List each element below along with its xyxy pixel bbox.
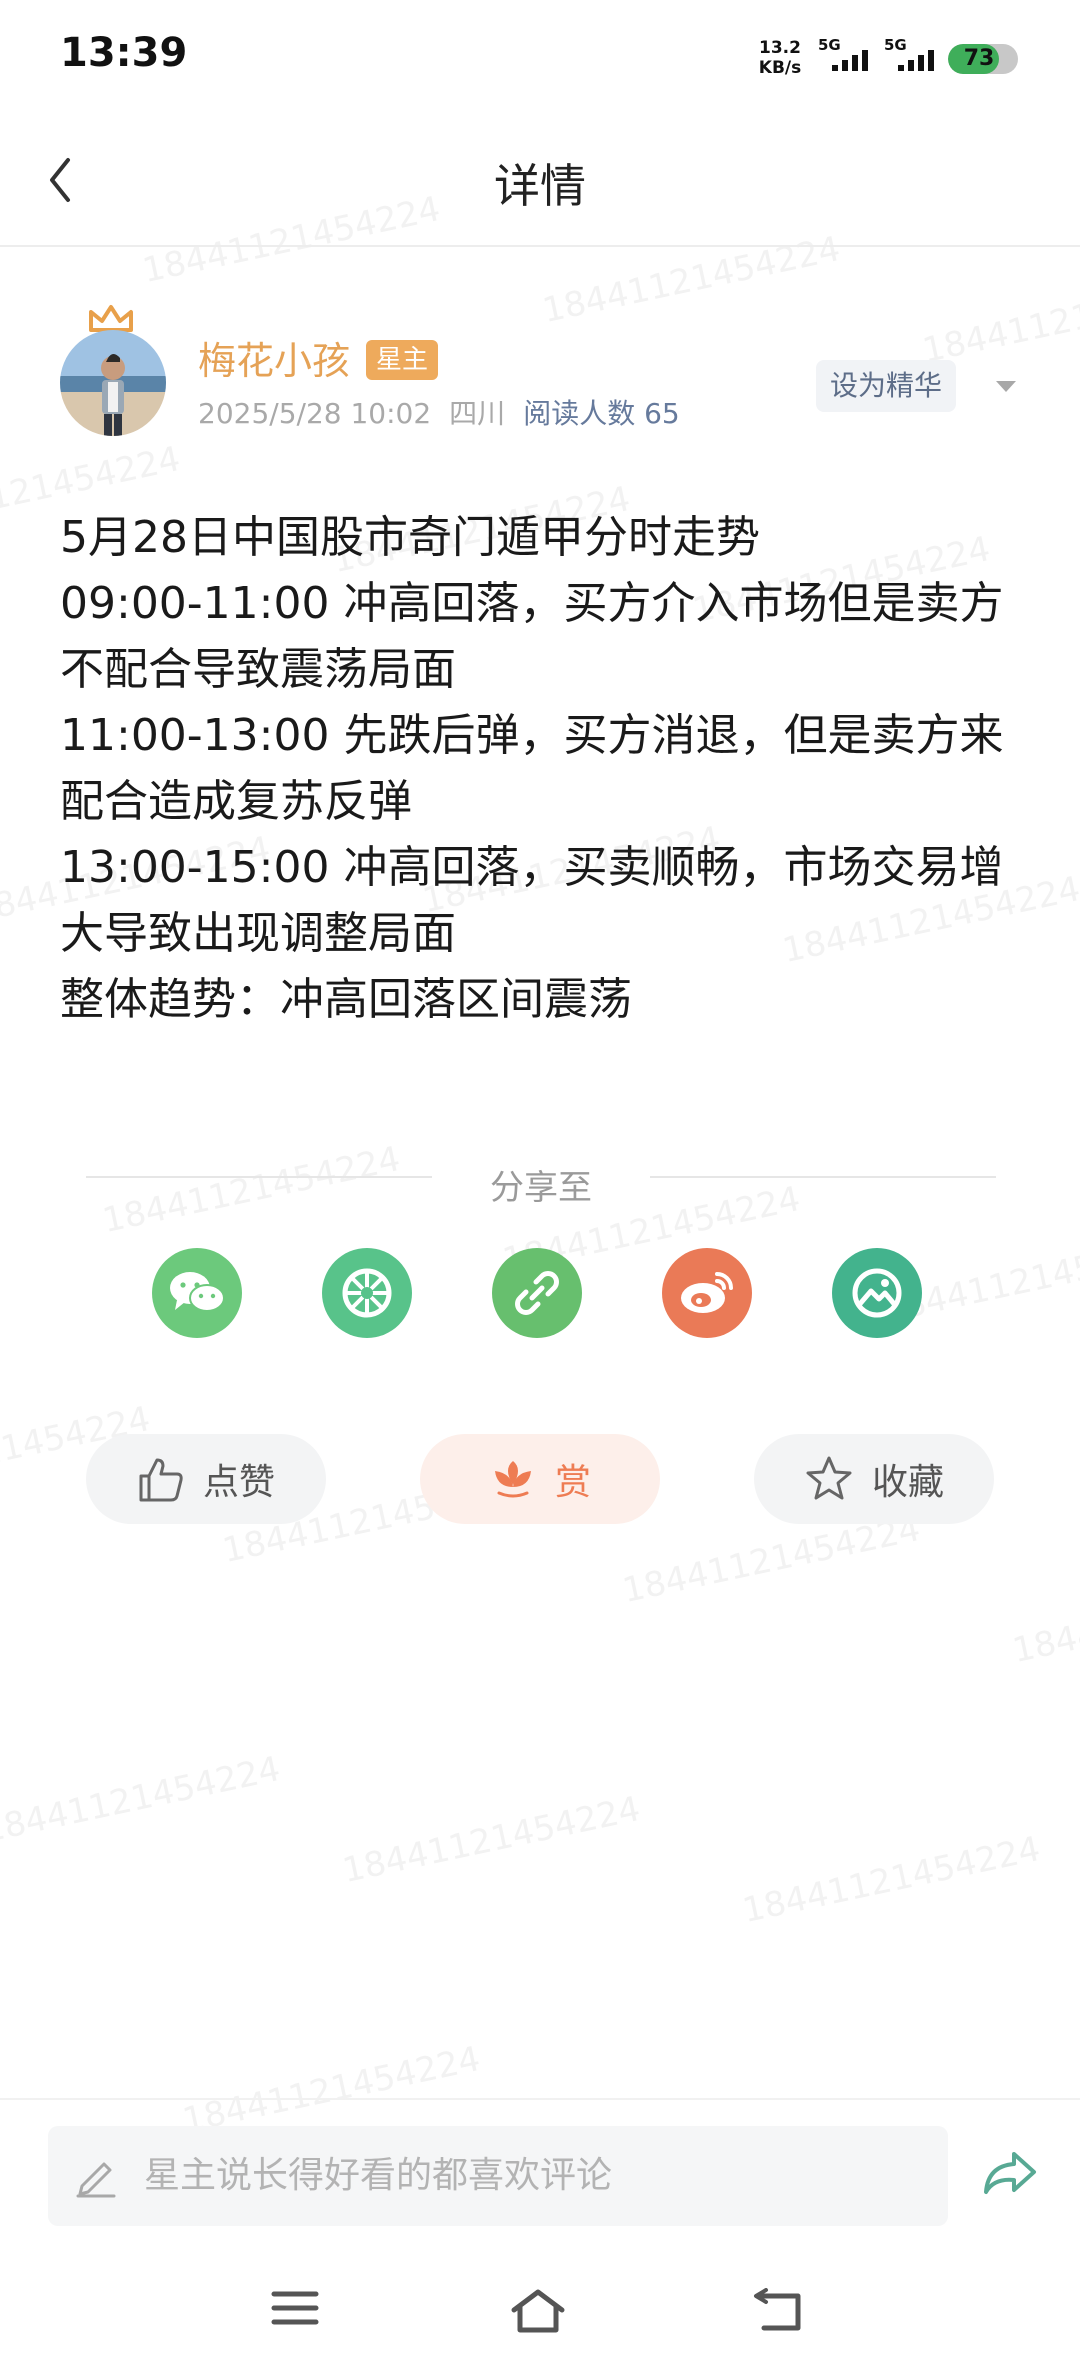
- share-arrow-icon[interactable]: [980, 2148, 1040, 2198]
- post-line: 11:00-13:00 先跌后弹，买方消退，但是卖方来配合造成复苏反弹: [60, 710, 1004, 827]
- watermark-text: 18441121454224: [739, 1828, 1044, 1932]
- post-meta: 2025/5/28 10:02 四川 阅读人数 65: [198, 392, 698, 432]
- share-wechat-button[interactable]: [152, 1248, 242, 1338]
- battery-icon: 73: [948, 44, 1018, 74]
- share-label: 分享至: [490, 1168, 592, 1208]
- menu-icon: [271, 2291, 319, 2325]
- share-link-button[interactable]: [492, 1248, 582, 1338]
- status-time: 13:39: [60, 30, 188, 76]
- author-header: 梅花小孩 星主 2025/5/28 10:02 四川 阅读人数 65 设为精华: [0, 300, 1080, 450]
- post-line: 整体趋势：冲高回落区间震荡: [60, 974, 632, 1025]
- read-count: 阅读人数 65: [523, 397, 680, 430]
- avatar[interactable]: [60, 330, 166, 436]
- post-content: 5月28日中国股市奇门遁甲分时走势 09:00-11:00 冲高回落，买方介入市…: [60, 505, 1030, 1033]
- post-line: 5月28日中国股市奇门遁甲分时走势: [60, 512, 760, 563]
- link-icon: [515, 1271, 559, 1315]
- author-name[interactable]: 梅花小孩: [198, 330, 350, 385]
- weibo-icon: [681, 1272, 733, 1313]
- thumbs-up-icon: [139, 1458, 183, 1502]
- back-arrow-icon: [754, 2288, 801, 2331]
- status-bar: 13:39 13.2 KB/s 5G 5G 73: [0, 0, 1080, 120]
- favorite-button[interactable]: 收藏: [754, 1434, 994, 1524]
- like-label: 点赞: [202, 1462, 275, 1503]
- set-featured-button[interactable]: 设为精华: [816, 360, 957, 412]
- signal-sim1-icon: 5G: [818, 36, 878, 80]
- share-weibo-button[interactable]: [662, 1248, 752, 1338]
- pencil-icon: [76, 2162, 116, 2198]
- comment-bar: 星主说长得好看的都喜欢评论: [0, 2098, 1080, 2250]
- post-line: 13:00-15:00 冲高回落，买卖顺畅，市场交易增大导致出现调整局面: [60, 842, 1004, 959]
- star-icon: [806, 1456, 852, 1500]
- network-speed-unit: KB/s: [758, 58, 802, 78]
- network-speed: 13.2 KB/s: [756, 38, 804, 78]
- network-speed-value: 13.2: [759, 38, 801, 58]
- comment-placeholder: 星主说长得好看的都喜欢评论: [144, 2155, 613, 2196]
- favorite-label: 收藏: [871, 1462, 944, 1503]
- watermark-text: 18441121454224: [0, 1748, 284, 1852]
- like-button[interactable]: 点赞: [86, 1434, 326, 1524]
- post-location: 四川: [449, 397, 506, 430]
- avatar-image: [60, 330, 166, 436]
- comment-input[interactable]: 星主说长得好看的都喜欢评论: [48, 2126, 948, 2226]
- moments-icon: [342, 1268, 392, 1318]
- nav-bar: 详情: [0, 120, 1080, 247]
- wechat-icon: [170, 1272, 225, 1312]
- image-icon: [852, 1268, 902, 1318]
- post-line: 09:00-11:00 冲高回落，买方介入市场但是卖方不配合导致震荡局面: [60, 578, 1004, 695]
- divider-line: [650, 1176, 996, 1178]
- post-datetime: 2025/5/28 10:02: [198, 397, 432, 430]
- watermark-text: 18441121454224: [619, 1508, 924, 1612]
- owner-badge: 星主: [366, 340, 439, 380]
- reward-label: 赏: [554, 1462, 591, 1503]
- share-image-button[interactable]: [832, 1248, 922, 1338]
- dropdown-triangle-icon[interactable]: [994, 378, 1018, 394]
- back-system-button[interactable]: [752, 2288, 812, 2338]
- signal-sim2-icon: 5G: [884, 36, 944, 80]
- battery-level: 73: [963, 46, 995, 71]
- system-nav-bar: [0, 2248, 1080, 2376]
- page-title: 详情: [494, 159, 586, 213]
- share-moments-button[interactable]: [322, 1248, 412, 1338]
- lotus-icon: [494, 1461, 531, 1498]
- reward-button[interactable]: 赏: [420, 1434, 660, 1524]
- home-button[interactable]: [508, 2288, 568, 2338]
- home-icon: [511, 2289, 565, 2333]
- watermark-text: 18441121454224: [339, 1788, 644, 1892]
- menu-button[interactable]: [270, 2288, 330, 2338]
- watermark-text: 18441121454224: [1009, 1568, 1080, 1672]
- share-divider: 分享至: [86, 1160, 996, 1220]
